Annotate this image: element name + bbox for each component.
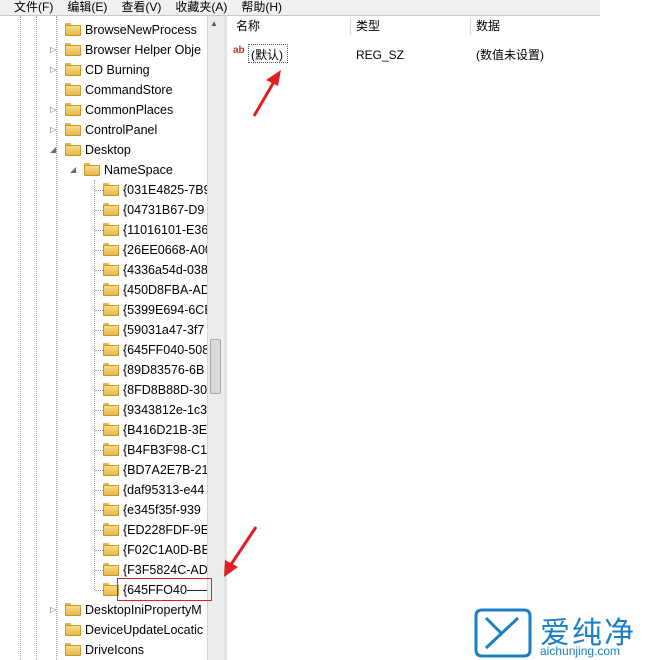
watermark-url: aichunjing.com (540, 644, 621, 658)
arrow-icon (252, 70, 281, 117)
arrow-icon (224, 526, 258, 577)
watermark: 爱纯净 aichunjing.com (472, 606, 659, 660)
watermark-logo-icon (474, 608, 532, 658)
annotation-arrows (224, 70, 281, 577)
